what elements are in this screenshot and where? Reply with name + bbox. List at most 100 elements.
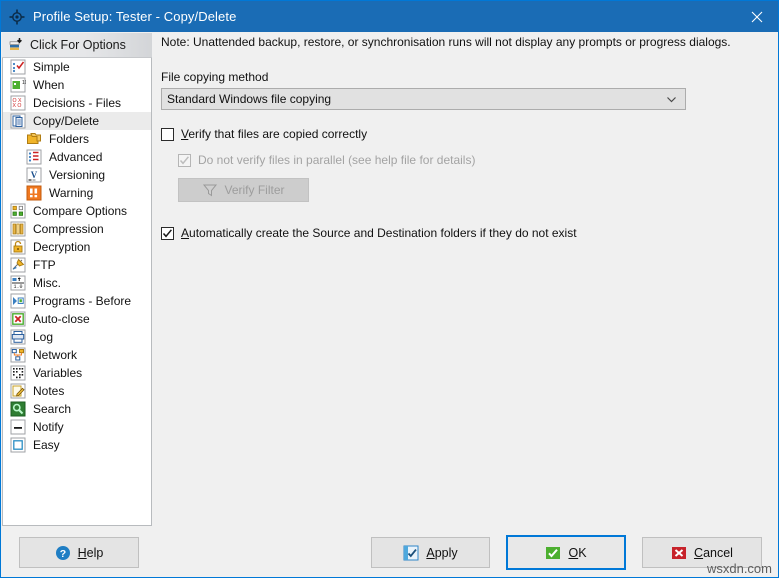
- when-calendar-icon: 10: [10, 77, 28, 93]
- auto-create-checkbox[interactable]: [161, 227, 174, 240]
- notify-icon: [10, 419, 26, 435]
- sidebar-item-easy[interactable]: Easy: [3, 436, 151, 454]
- svg-text:?: ?: [59, 548, 65, 560]
- auto-create-label-rest: utomatically create the Source and Desti…: [189, 226, 577, 240]
- verify-files-row[interactable]: Verify that files are copied correctly: [161, 128, 773, 141]
- ok-label-rest: K: [578, 545, 587, 560]
- easy-square-icon: [10, 437, 26, 453]
- auto-create-accel: A: [181, 226, 190, 240]
- auto-create-row[interactable]: Automatically create the Source and Dest…: [161, 227, 773, 240]
- copy-delete-icon: [10, 113, 26, 129]
- search-magnifier-icon: [10, 401, 26, 417]
- sidebar-item-misc[interactable]: 1.0 Misc.: [3, 274, 151, 292]
- sidebar-item-label: Folders: [49, 132, 90, 146]
- ok-label: OK: [568, 546, 586, 560]
- network-icon: [10, 347, 26, 363]
- misc-icon: 1.0: [10, 275, 26, 291]
- versioning-v-icon: V: [26, 167, 42, 183]
- sidebar-item-programs-before[interactable]: Programs - Before: [3, 292, 151, 310]
- sidebar-item-label: Misc.: [33, 276, 61, 290]
- chevron-down-icon: [666, 94, 677, 105]
- sidebar-item-folders[interactable]: Folders: [3, 130, 151, 148]
- sidebar-item-label: Compression: [33, 222, 104, 236]
- file-copying-method-select[interactable]: Standard Windows file copying: [161, 88, 686, 110]
- ok-button[interactable]: OK: [506, 535, 626, 570]
- sidebar-item-label: Compare Options: [33, 204, 128, 218]
- options-nav-list[interactable]: Simple 10 When O XX O Decisions - Files Copy/…: [2, 58, 152, 526]
- sidebar-item-label: Versioning: [49, 168, 106, 182]
- help-label-rest: elp: [86, 545, 104, 560]
- sidebar-item-notes[interactable]: Notes: [3, 382, 151, 400]
- sidebar-item-label: Decryption: [33, 240, 91, 254]
- advanced-list-icon: [26, 149, 42, 165]
- apply-button[interactable]: Apply: [371, 537, 490, 568]
- sidebar-item-network[interactable]: Network: [3, 346, 151, 364]
- svg-text:V: V: [31, 170, 38, 180]
- no-parallel-label: Do not verify files in parallel (see hel…: [198, 153, 476, 167]
- cancel-label: Cancel: [694, 546, 733, 560]
- sidebar-item-simple[interactable]: Simple: [3, 58, 151, 76]
- cancel-label-rest: ancel: [703, 545, 733, 560]
- verify-files-label: Verify that files are copied correctly: [181, 128, 367, 141]
- sidebar-item-label: FTP: [33, 258, 56, 272]
- cancel-x-icon: [671, 545, 687, 561]
- sidebar-item-copy-delete[interactable]: Copy/Delete: [3, 112, 151, 130]
- sidebar-item-ftp[interactable]: FTP: [3, 256, 151, 274]
- sidebar-item-label: Notes: [33, 384, 65, 398]
- app-gear-icon: [9, 9, 25, 25]
- apply-check-icon: [403, 545, 419, 561]
- decryption-lock-icon: [10, 239, 26, 255]
- sidebar-item-search[interactable]: Search: [3, 400, 151, 418]
- sidebar-item-auto-close[interactable]: Auto-close: [3, 310, 151, 328]
- sidebar-item-label: When: [33, 78, 65, 92]
- sidebar-item-variables[interactable]: Variables: [3, 364, 151, 382]
- help-button[interactable]: ? Help: [19, 537, 139, 568]
- no-parallel-row: Do not verify files in parallel (see hel…: [178, 154, 773, 167]
- sidebar-item-label: Variables: [33, 366, 83, 380]
- sidebar-item-label: Easy: [33, 438, 60, 452]
- variables-dots-icon: [10, 365, 26, 381]
- sidebar-item-label: Programs - Before: [33, 294, 132, 308]
- sidebar-item-label: Log: [33, 330, 54, 344]
- close-icon[interactable]: [734, 1, 778, 32]
- sidebar-item-advanced[interactable]: Advanced: [3, 148, 151, 166]
- svg-text:1.0: 1.0: [13, 284, 22, 290]
- help-label: Help: [78, 546, 104, 560]
- sidebar-item-label: Auto-close: [33, 312, 90, 326]
- sidebar-item-when[interactable]: 10 When: [3, 76, 151, 94]
- warning-exclaim-icon: [26, 185, 42, 201]
- apply-label-rest: pply: [434, 545, 458, 560]
- window-title: Profile Setup: Tester - Copy/Delete: [33, 9, 237, 24]
- no-parallel-checkbox: [178, 154, 191, 167]
- main-panel: Note: Unattended backup, restore, or syn…: [161, 35, 773, 525]
- sidebar-item-log[interactable]: Log: [3, 328, 151, 346]
- svg-text:10: 10: [22, 80, 26, 86]
- watermark: wsxdn.com: [706, 561, 772, 576]
- sidebar-item-decisions-files[interactable]: O XX O Decisions - Files: [3, 94, 151, 112]
- ftp-icon: [10, 257, 26, 273]
- sidebar-item-label: Simple: [33, 60, 70, 74]
- apply-accel: A: [426, 545, 435, 560]
- decisions-grid-icon: O XX O: [10, 95, 26, 111]
- auto-create-label: Automatically create the Source and Dest…: [181, 227, 577, 240]
- verify-filter-label: Verify Filter: [224, 183, 285, 197]
- unattended-note: Note: Unattended backup, restore, or syn…: [161, 35, 731, 49]
- click-for-options-label: Click For Options: [30, 38, 126, 52]
- click-for-options-header[interactable]: Click For Options: [2, 33, 152, 58]
- ok-accel: O: [568, 545, 579, 560]
- compare-options-icon: [10, 203, 26, 219]
- sidebar-item-warning[interactable]: Warning: [3, 184, 151, 202]
- ok-check-icon: [545, 545, 561, 561]
- filter-funnel-icon: [202, 182, 218, 198]
- sidebar-item-compare-options[interactable]: Compare Options: [3, 202, 151, 220]
- simple-checklist-icon: [10, 59, 26, 75]
- sidebar-item-notify[interactable]: Notify: [3, 418, 151, 436]
- verify-files-checkbox[interactable]: [161, 128, 174, 141]
- sidebar-item-compression[interactable]: Compression: [3, 220, 151, 238]
- programs-before-icon: [10, 293, 26, 309]
- file-copying-method-label: File copying method: [161, 70, 269, 84]
- help-accel: H: [77, 545, 87, 560]
- sidebar-item-label: Advanced: [49, 150, 103, 164]
- sidebar-item-decryption[interactable]: Decryption: [3, 238, 151, 256]
- sidebar-item-versioning[interactable]: V Versioning: [3, 166, 151, 184]
